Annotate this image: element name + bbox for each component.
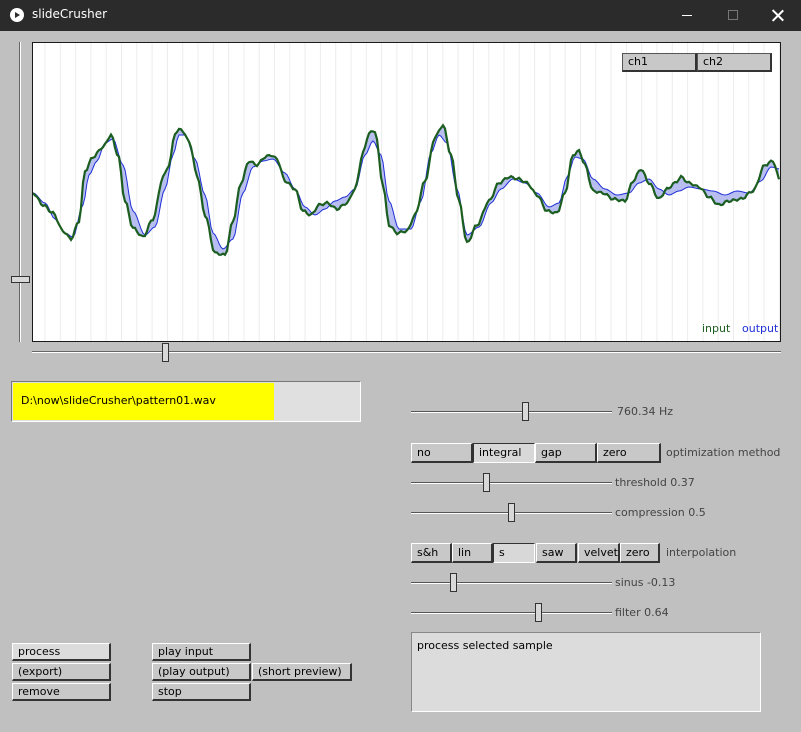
threshold-label: threshold 0.37 [615, 476, 695, 489]
vertical-zoom-thumb[interactable] [11, 276, 30, 283]
interpolation-s-button[interactable]: s [493, 543, 535, 563]
compression-thumb[interactable] [508, 503, 515, 522]
optimization-no-button[interactable]: no [411, 443, 473, 463]
remove-button[interactable]: remove [12, 683, 111, 701]
interpolation-saw-button[interactable]: saw [536, 543, 577, 563]
filter-slider[interactable]: filter 0.64 [411, 603, 711, 623]
interpolation-lin-button[interactable]: lin [452, 543, 493, 563]
play-output-button[interactable]: (play output) [152, 663, 251, 681]
horizontal-scroll-track[interactable] [32, 351, 781, 353]
sinus-slider[interactable]: sinus -0.13 [411, 573, 711, 593]
frequency-slider[interactable]: 760.34 Hz [411, 402, 691, 422]
legend-output: output [742, 322, 779, 335]
maximize-icon [728, 10, 738, 20]
sinus-thumb[interactable] [450, 573, 457, 592]
export-button[interactable]: (export) [12, 663, 111, 681]
vertical-zoom-track[interactable] [19, 42, 21, 342]
compression-slider[interactable]: compression 0.5 [411, 503, 711, 523]
threshold-slider[interactable]: threshold 0.37 [411, 473, 711, 493]
frequency-thumb[interactable] [522, 402, 529, 421]
interpolation-velvet-button[interactable]: velvet [578, 543, 620, 563]
filter-thumb[interactable] [535, 603, 542, 622]
waveform-view[interactable]: ch1 ch2 input output [32, 42, 781, 342]
channel-2-button[interactable]: ch2 [697, 53, 772, 72]
channel-1-button[interactable]: ch1 [622, 53, 697, 72]
process-button[interactable]: process [12, 643, 111, 661]
compression-label: compression 0.5 [615, 506, 706, 519]
waveform-svg [33, 43, 780, 341]
stop-button[interactable]: stop [152, 683, 251, 701]
interpolation-zero-button[interactable]: zero [620, 543, 660, 563]
filter-label: filter 0.64 [615, 606, 669, 619]
minimize-icon [682, 15, 692, 16]
interpolation-label: interpolation [666, 546, 737, 559]
short-preview-button[interactable]: (short preview) [252, 663, 352, 681]
frequency-track [411, 411, 612, 413]
optimization-zero-button[interactable]: zero [597, 443, 661, 463]
title-bar: slideCrusher [0, 0, 801, 31]
minimize-button[interactable] [664, 0, 710, 31]
legend-input: input [702, 322, 731, 335]
filter-track [411, 612, 612, 614]
optimization-gap-button[interactable]: gap [535, 443, 597, 463]
threshold-track [411, 482, 612, 484]
file-path: D:\now\slideCrusher\pattern01.wav [21, 394, 216, 407]
frequency-label: 760.34 Hz [617, 405, 674, 418]
sinus-track [411, 582, 612, 584]
app-icon [10, 8, 24, 22]
optimization-method-label: optimization method [666, 446, 781, 459]
file-progress-field[interactable]: D:\now\slideCrusher\pattern01.wav [11, 381, 361, 422]
play-input-button[interactable]: play input [152, 643, 251, 661]
status-text-box: process selected sample [411, 632, 761, 712]
maximize-button[interactable] [710, 0, 756, 31]
interpolation-sh-button[interactable]: s&h [411, 543, 452, 563]
close-button[interactable] [755, 0, 801, 31]
window-title: slideCrusher [32, 7, 108, 21]
horizontal-scroll-thumb[interactable] [162, 343, 169, 362]
threshold-thumb[interactable] [483, 473, 490, 492]
optimization-integral-button[interactable]: integral [473, 443, 535, 463]
sinus-label: sinus -0.13 [615, 576, 676, 589]
